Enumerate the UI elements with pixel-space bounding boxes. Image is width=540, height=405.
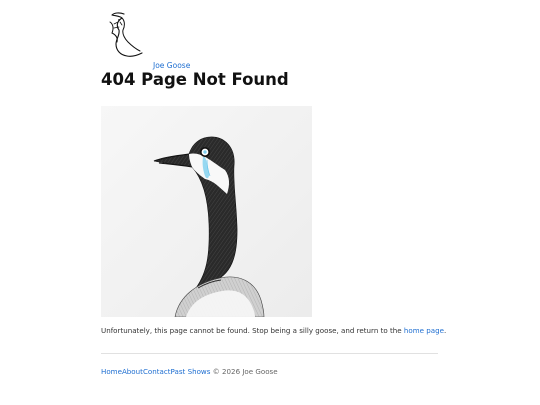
home-page-link[interactable]: home page: [404, 326, 444, 335]
footer-link-about[interactable]: About: [122, 367, 143, 376]
not-found-message: Unfortunately, this page cannot be found…: [101, 326, 446, 335]
goose-sketch-icon[interactable]: [104, 10, 148, 58]
footer-link-past-shows[interactable]: Past Shows: [171, 367, 211, 376]
footer-link-home[interactable]: Home: [101, 367, 122, 376]
goose-illustration-icon: [101, 106, 312, 317]
message-text: Unfortunately, this page cannot be found…: [101, 326, 404, 335]
footer-copyright: © 2026 Joe Goose: [210, 367, 278, 376]
site-header: Joe Goose: [104, 10, 224, 70]
not-found-page: Joe Goose 404 Page Not Found Unfortunate…: [0, 0, 540, 405]
footer-divider: [101, 353, 438, 354]
message-period: .: [443, 326, 447, 335]
site-name-link[interactable]: Joe Goose: [153, 61, 190, 70]
crying-goose-illustration: [101, 106, 312, 317]
site-footer: HomeAboutContactPast Shows © 2026 Joe Go…: [101, 367, 278, 376]
footer-link-contact[interactable]: Contact: [143, 367, 171, 376]
page-title: 404 Page Not Found: [101, 70, 289, 89]
